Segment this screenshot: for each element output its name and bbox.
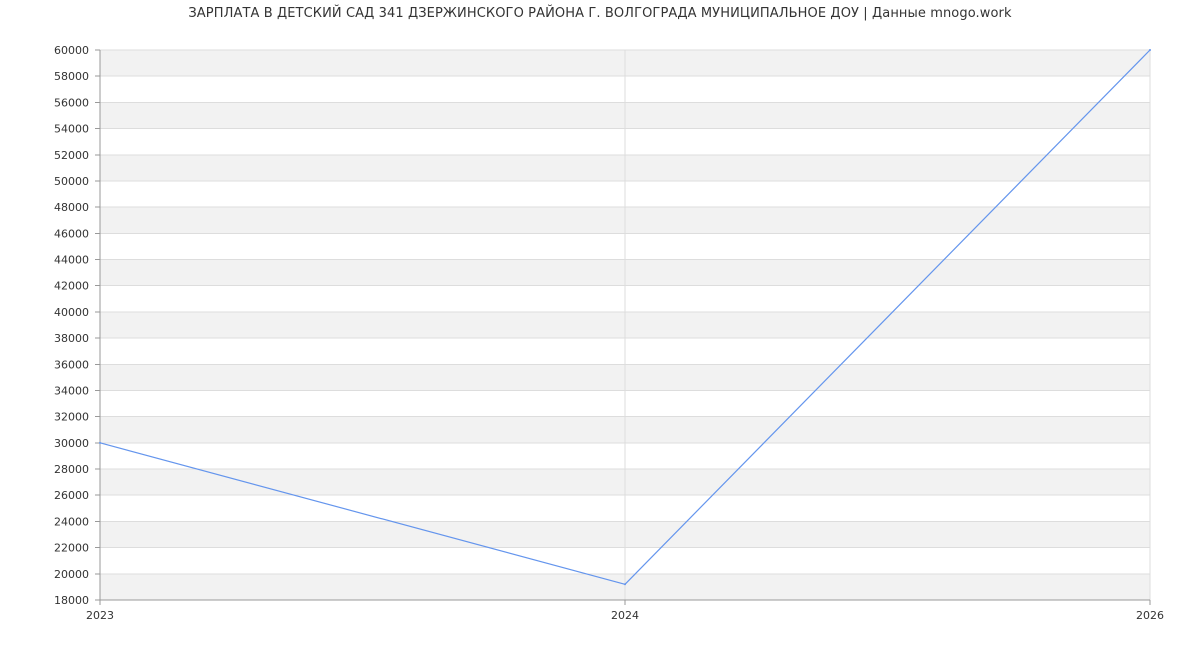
y-tick-label: 34000	[54, 384, 89, 397]
y-tick-label: 30000	[54, 437, 89, 450]
y-tick-label: 36000	[54, 358, 89, 371]
y-tick-label: 60000	[54, 44, 89, 57]
x-tick-label: 2023	[86, 609, 114, 622]
data-point	[99, 441, 101, 444]
y-tick-label: 52000	[54, 149, 89, 162]
line-chart: 18000 20000 22000 24000 26000 28000 30000 32000…	[54, 44, 1164, 622]
y-tick-label: 20000	[54, 568, 89, 581]
y-tick-label: 18000	[54, 594, 89, 607]
data-point	[1149, 49, 1151, 51]
x-tick-label: 2024	[611, 609, 639, 622]
y-tick-label: 58000	[54, 70, 89, 83]
data-point	[624, 583, 626, 586]
y-tick-label: 44000	[54, 254, 89, 267]
x-tick-label: 2026	[1136, 609, 1164, 622]
y-tick-label: 40000	[54, 306, 89, 319]
y-tick-label: 26000	[54, 489, 89, 502]
y-tick-label: 54000	[54, 123, 89, 136]
y-tick-label: 32000	[54, 411, 89, 424]
y-tick-label: 22000	[54, 542, 89, 555]
y-tick-label: 24000	[54, 515, 89, 528]
chart-container: ЗАРПЛАТА В ДЕТСКИЙ САД 341 ДЗЕРЖИНСКОГО …	[0, 0, 1200, 650]
y-tick-label: 42000	[54, 280, 89, 293]
y-tick-label: 56000	[54, 96, 89, 109]
y-tick-label: 50000	[54, 175, 89, 188]
y-tick-label: 38000	[54, 332, 89, 345]
y-tick-label: 48000	[54, 201, 89, 214]
y-tick-label: 46000	[54, 227, 89, 240]
y-tick-label: 28000	[54, 463, 89, 476]
